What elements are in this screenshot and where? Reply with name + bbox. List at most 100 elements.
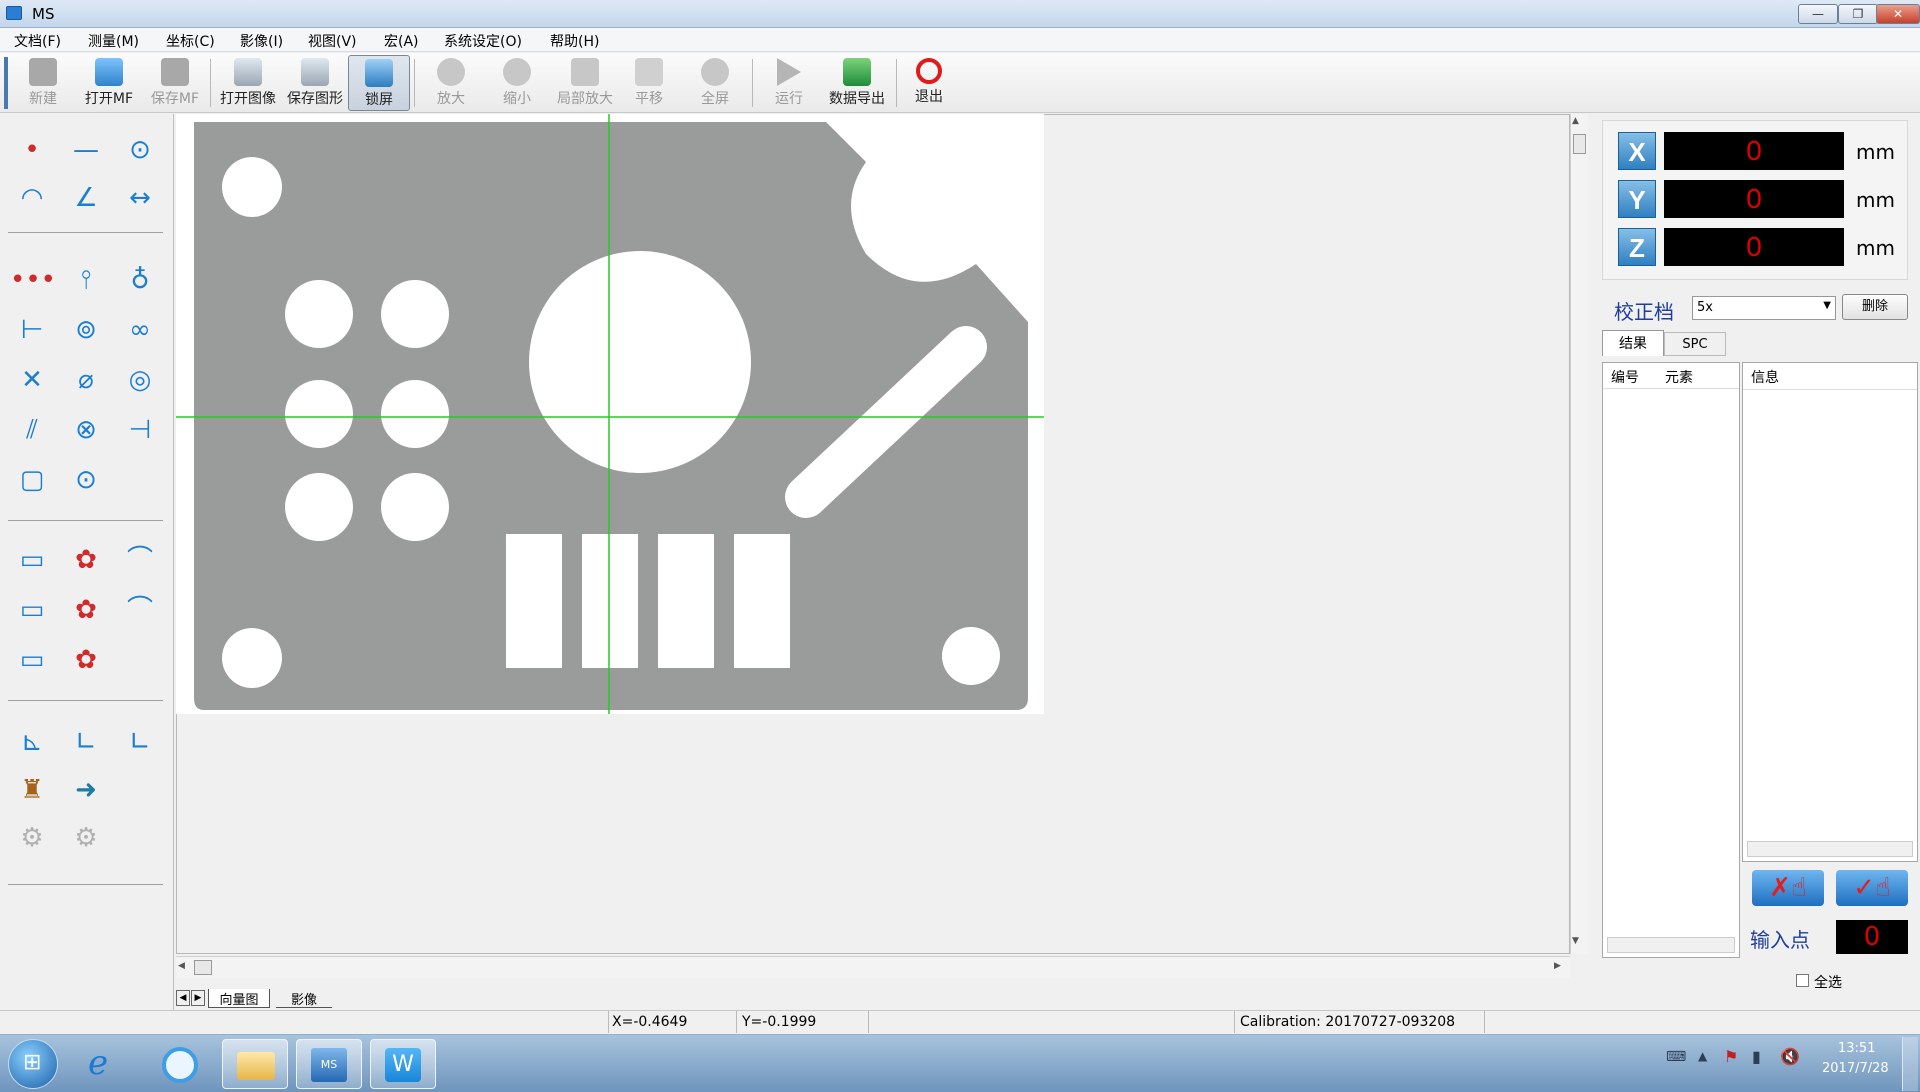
- horizontal-scroll-thumb[interactable]: [194, 960, 212, 975]
- new-button[interactable]: 新建: [12, 55, 74, 111]
- taskbar-cloud[interactable]: [148, 1039, 214, 1089]
- menu-macro[interactable]: 宏(A): [384, 31, 419, 51]
- calibration-select[interactable]: 5x ▼: [1692, 296, 1836, 320]
- lock-screen-button[interactable]: 锁屏: [348, 55, 410, 111]
- results-list[interactable]: 编号 元素: [1602, 362, 1740, 958]
- menu-measure[interactable]: 测量(M): [88, 31, 139, 51]
- info-list[interactable]: 信息: [1742, 362, 1918, 862]
- auto-arc-tool-icon[interactable]: ⌒: [118, 540, 162, 580]
- scroll-left-icon[interactable]: ◀: [178, 961, 185, 971]
- taskbar-w-app[interactable]: W: [370, 1039, 436, 1089]
- save-mf-button[interactable]: 保存MF: [144, 55, 206, 111]
- volume-muted-icon[interactable]: 🔇: [1780, 1047, 1800, 1066]
- width-tool-icon[interactable]: ⊣: [118, 410, 162, 450]
- toolbar-separator: [414, 59, 415, 107]
- auto-rect3-tool-icon[interactable]: ▭: [10, 640, 54, 680]
- zoom-in-button[interactable]: 放大: [420, 55, 482, 111]
- menu-help[interactable]: 帮助(H): [550, 31, 599, 51]
- clock-time[interactable]: 13:51: [1838, 1041, 1875, 1056]
- menu-image[interactable]: 影像(I): [240, 31, 283, 51]
- accept-point-button[interactable]: ✓☝: [1836, 870, 1908, 906]
- taskbar-explorer[interactable]: [222, 1039, 288, 1089]
- arc-tool-icon[interactable]: ◠: [10, 178, 54, 218]
- zoom-in-icon: [437, 58, 465, 86]
- rotate-coordinate-icon[interactable]: ∟: [64, 722, 108, 762]
- info-hscroll[interactable]: [1747, 841, 1913, 857]
- vertical-scrollbar[interactable]: ▲ ▼: [1570, 114, 1588, 954]
- origin-coordinate-icon[interactable]: ∟: [118, 722, 162, 762]
- show-desktop-button[interactable]: [1902, 1037, 1918, 1091]
- export-data-button[interactable]: 数据导出: [822, 55, 892, 111]
- taskbar-ms[interactable]: MS: [296, 1039, 362, 1089]
- center-circle-tool-icon[interactable]: ⊙: [64, 460, 108, 500]
- distance-tool-icon[interactable]: ↔: [118, 178, 162, 218]
- circle-intersection-icon[interactable]: ◎: [118, 360, 162, 400]
- intersection-tool-icon[interactable]: ✕: [10, 360, 54, 400]
- tab-image-view[interactable]: 影像: [276, 989, 332, 1008]
- point-tool-icon[interactable]: •: [10, 130, 54, 170]
- delete-calibration-button[interactable]: 删除: [1842, 294, 1908, 320]
- auto-rect2-tool-icon[interactable]: ▭: [10, 590, 54, 630]
- menu-coordinate[interactable]: 坐标(C): [166, 31, 215, 51]
- tab-vector-view[interactable]: 向量图: [208, 989, 270, 1008]
- menu-file[interactable]: 文档(F): [14, 31, 61, 51]
- open-image-button[interactable]: 打开图像: [214, 55, 282, 111]
- auto-rect-tool-icon[interactable]: ▭: [10, 540, 54, 580]
- run-button[interactable]: 运行: [758, 55, 820, 111]
- stamp-tool-icon[interactable]: ♜: [10, 770, 54, 810]
- arrow-tool-icon[interactable]: ➜: [64, 770, 108, 810]
- taskbar-ie[interactable]: e: [74, 1039, 140, 1089]
- menu-settings[interactable]: 系统设定(O): [444, 31, 522, 51]
- line-distance-icon[interactable]: ⊢: [10, 310, 54, 350]
- z-unit: mm: [1856, 236, 1895, 260]
- auto-polygon2-tool-icon[interactable]: ✿: [64, 590, 108, 630]
- auto-polygon3-tool-icon[interactable]: ✿: [64, 640, 108, 680]
- network-icon[interactable]: ▮: [1752, 1047, 1761, 1066]
- tab-spc[interactable]: SPC: [1664, 332, 1726, 356]
- parallel-lines-icon[interactable]: ⫽: [10, 410, 54, 450]
- close-button[interactable]: ✕: [1876, 4, 1920, 24]
- region-zoom-button[interactable]: 局部放大: [552, 55, 618, 111]
- action-center-flag-icon[interactable]: ⚑: [1724, 1047, 1738, 1066]
- start-button[interactable]: ⊞: [8, 1039, 58, 1089]
- restore-button[interactable]: ❐: [1838, 4, 1878, 24]
- scroll-up-icon[interactable]: ▲: [1572, 116, 1579, 126]
- open-mf-button[interactable]: 打开MF: [78, 55, 140, 111]
- save-image-button[interactable]: 保存图形: [282, 55, 348, 111]
- reject-point-button[interactable]: ✗☝: [1752, 870, 1824, 906]
- menu-view[interactable]: 视图(V): [308, 31, 357, 51]
- fullscreen-button[interactable]: 全屏: [684, 55, 746, 111]
- multi-point-tool-icon[interactable]: •••: [10, 260, 56, 300]
- scroll-right-icon[interactable]: ▶: [1554, 961, 1561, 971]
- tangent-circle-icon[interactable]: ⊗: [64, 410, 108, 450]
- circle-circle-distance-icon[interactable]: ∞: [118, 310, 162, 350]
- clock-date[interactable]: 2017/7/28: [1822, 1061, 1889, 1076]
- results-hscroll[interactable]: [1607, 937, 1735, 953]
- point-line-distance-icon[interactable]: ⫯: [64, 260, 108, 300]
- minimize-button[interactable]: —: [1798, 4, 1838, 24]
- vertical-scroll-thumb[interactable]: [1573, 134, 1586, 154]
- point-circle-distance-icon[interactable]: ♁: [118, 260, 162, 300]
- tab-prev-icon[interactable]: ◀: [176, 990, 190, 1006]
- tab-results[interactable]: 结果: [1602, 330, 1664, 356]
- pan-button[interactable]: 平移: [618, 55, 680, 111]
- line-tool-icon[interactable]: —: [64, 130, 108, 170]
- exit-button[interactable]: 退出: [898, 55, 960, 111]
- auto-curve-tool-icon[interactable]: ⌒: [118, 590, 162, 630]
- rectangle-tool-icon[interactable]: ▢: [10, 460, 54, 500]
- angle-tool-icon[interactable]: ∠: [64, 178, 108, 218]
- part-image[interactable]: [176, 114, 1570, 714]
- circle-line-distance-icon[interactable]: ⊚: [64, 310, 108, 350]
- zoom-out-button[interactable]: 缩小: [486, 55, 548, 111]
- select-all-checkbox[interactable]: [1796, 974, 1809, 987]
- tray-expand-icon[interactable]: ▲: [1698, 1049, 1707, 1063]
- ie-icon: e: [88, 1043, 109, 1083]
- diameter-tool-icon[interactable]: ⌀: [64, 360, 108, 400]
- auto-polygon-tool-icon[interactable]: ✿: [64, 540, 108, 580]
- coordinate-system-icon[interactable]: ⊾: [10, 722, 54, 762]
- keyboard-icon[interactable]: ⌨: [1666, 1049, 1686, 1065]
- scroll-down-icon[interactable]: ▼: [1572, 936, 1579, 946]
- tab-next-icon[interactable]: ▶: [191, 990, 205, 1006]
- horizontal-scrollbar[interactable]: ◀ ▶: [176, 956, 1570, 978]
- circle-tool-icon[interactable]: ⊙: [118, 130, 162, 170]
